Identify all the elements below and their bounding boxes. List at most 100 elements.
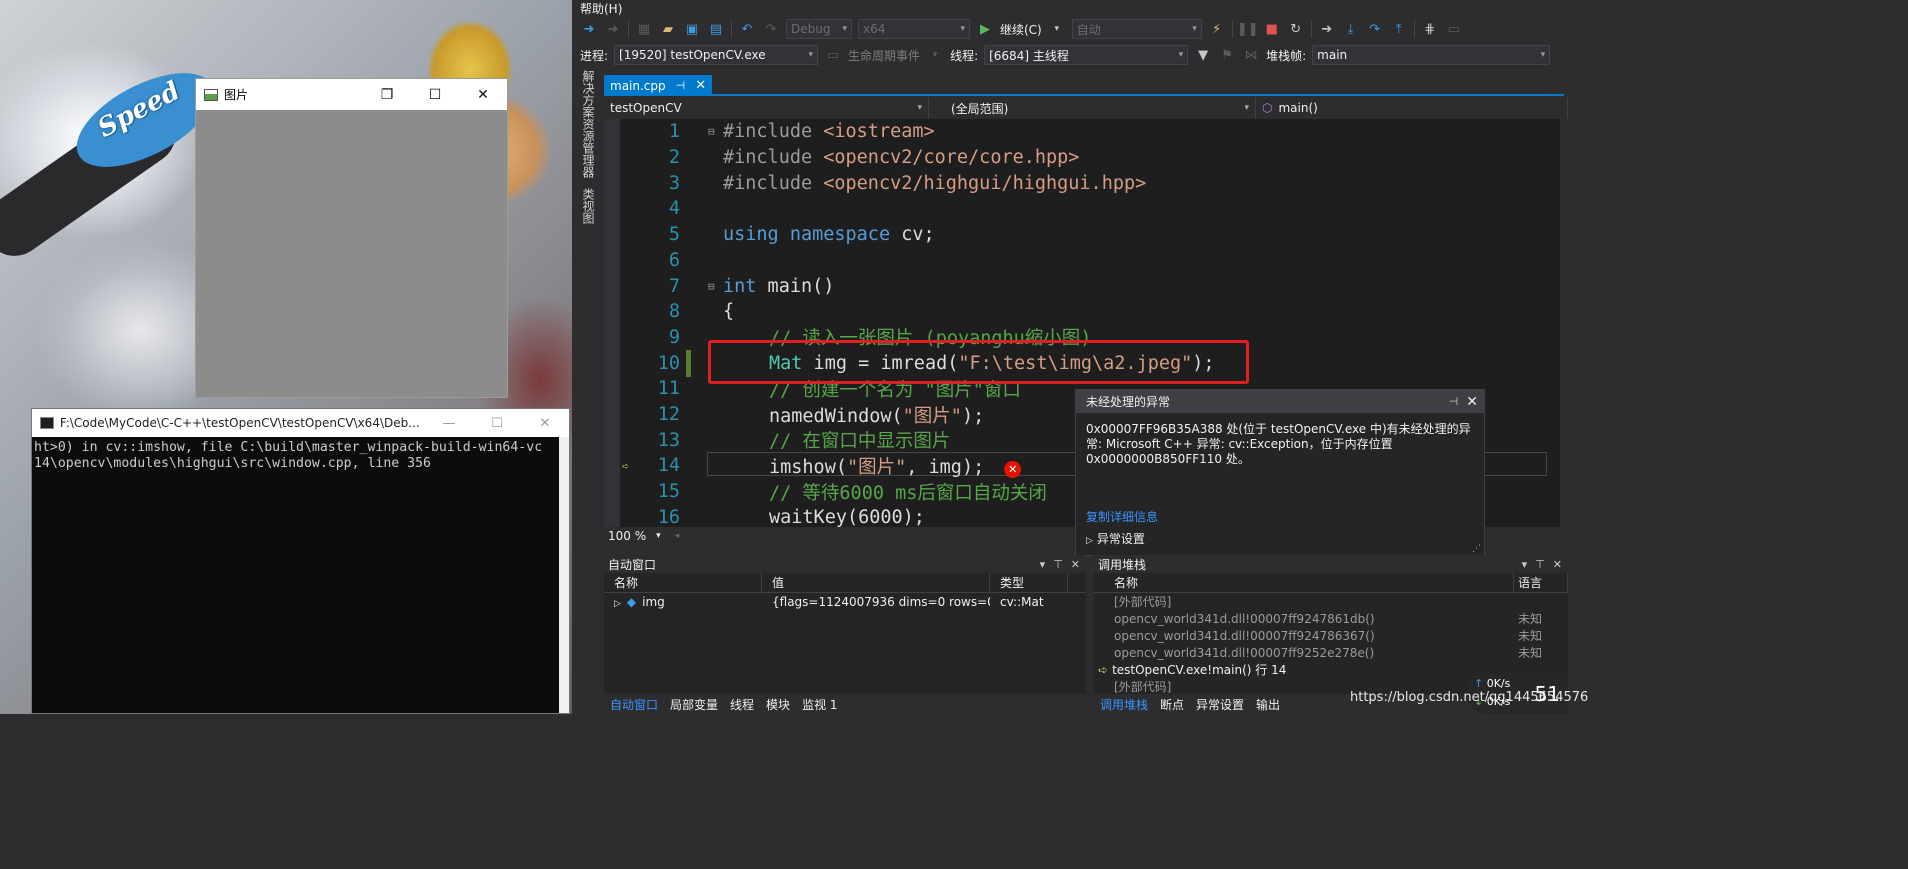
resize-grip-icon[interactable]: ⋰ [1472, 544, 1481, 554]
lifecycle-events[interactable]: 生命周期事件 [848, 47, 920, 64]
column-type[interactable]: 类型 [990, 572, 1068, 593]
list-item[interactable]: [外部代码] [1094, 593, 1568, 610]
table-row[interactable]: ▷ ◆ img {flags=1124007936 dims=0 rows=0 ..… [604, 593, 1086, 610]
undo-icon[interactable]: ↶ [738, 20, 756, 38]
editor-indicator-margin[interactable] [604, 119, 620, 527]
zoom-level[interactable]: 100 % [608, 529, 646, 543]
project-select[interactable]: testOpenCV ▾ [604, 98, 929, 118]
save-all-icon[interactable]: ▤ [707, 20, 725, 38]
image-window[interactable]: 图片 ❐ ☐ ✕ [195, 78, 508, 398]
minimize-icon[interactable]: — [425, 409, 473, 437]
chevron-down-icon[interactable]: ▾ [1522, 558, 1528, 571]
exception-popup[interactable]: 未经处理的异常 ⊣ ✕ 0x00007FF96B35A388 处(位于 test… [1075, 389, 1485, 556]
pin-icon[interactable]: ⊣ [1449, 395, 1459, 408]
restart-icon[interactable]: ↻ [1287, 20, 1305, 38]
pin-icon[interactable]: ⊤ [1053, 558, 1063, 571]
pin-icon[interactable]: ⊣ [676, 79, 686, 92]
continue-icon[interactable]: ▶ [976, 20, 994, 38]
step-over-icon[interactable]: ↷ [1366, 20, 1384, 38]
code-line: 3 #include <opencv2/highgui/highgui.hpp> [620, 170, 1560, 196]
close-icon[interactable]: ✕ [695, 78, 706, 93]
exception-settings-expander[interactable]: ▷ 异常设置 [1086, 530, 1145, 547]
step-out-icon[interactable]: ⤒ [1390, 20, 1408, 38]
step-into-icon[interactable]: ⤓ [1342, 20, 1360, 38]
list-item[interactable]: opencv_world341d.dll!00007ff924786367() 未… [1094, 627, 1568, 644]
list-item[interactable]: opencv_world341d.dll!00007ff9247861db() 未… [1094, 610, 1568, 627]
code-line: 8{ [620, 299, 1560, 325]
new-project-icon[interactable]: ▦ [635, 20, 653, 38]
process-select[interactable]: [19520] testOpenCV.exe ▾ [614, 45, 819, 65]
scope-select[interactable]: (全局范围) ▾ [929, 98, 1256, 118]
close-icon[interactable]: ✕ [1553, 558, 1562, 571]
redo-icon[interactable]: ↷ [762, 20, 780, 38]
tab-output[interactable]: 输出 [1256, 696, 1280, 713]
pin-icon[interactable]: ⊤ [1535, 558, 1545, 571]
restore-icon[interactable]: ❐ [363, 79, 411, 110]
tab-watch-1[interactable]: 监视 1 [802, 696, 837, 713]
show-next-statement-icon[interactable]: ➔ [1318, 20, 1336, 38]
console-titlebar[interactable]: F:\Code\MyCode\C-C++\testOpenCV\testOpen… [32, 409, 569, 437]
filter-icon[interactable]: ▼ [1194, 46, 1212, 64]
tab-threads[interactable]: 线程 [730, 696, 754, 713]
error-icon[interactable]: ✕ [1004, 460, 1022, 478]
chevron-down-icon[interactable]: ▾ [656, 531, 661, 541]
console-window[interactable]: F:\Code\MyCode\C-C++\testOpenCV\testOpen… [31, 408, 570, 714]
expand-icon[interactable]: ▷ [614, 599, 621, 609]
side-tab-solution-explorer[interactable]: 解决方案资源管理器 [580, 70, 597, 178]
tab-main-cpp[interactable]: main.cpp ⊣ ✕ [604, 75, 713, 96]
list-item[interactable]: opencv_world341d.dll!00007ff9252e278e() 未… [1094, 644, 1568, 661]
close-icon[interactable]: ✕ [1071, 558, 1080, 571]
column-value[interactable]: 值 [762, 572, 990, 593]
chevron-down-icon[interactable]: ▾ [926, 46, 944, 64]
tab-call-stack[interactable]: 调用堆栈 [1100, 696, 1148, 713]
member-select[interactable]: ⬡ main() [1256, 98, 1568, 118]
close-icon[interactable]: ✕ [1466, 394, 1478, 410]
config-select[interactable]: Debug ▾ [786, 19, 852, 39]
column-name[interactable]: 名称 [604, 572, 762, 593]
forward-icon[interactable]: ➜ [604, 20, 622, 38]
image-window-titlebar[interactable]: 图片 ❐ ☐ ✕ [196, 79, 507, 110]
column-name[interactable]: 名称 [1094, 572, 1514, 593]
chevron-down-icon[interactable]: ▾ [1040, 558, 1046, 571]
column-language[interactable]: 语言 [1514, 572, 1568, 593]
console-scrollbar[interactable] [559, 437, 569, 713]
comment-icon[interactable]: ▭ [1445, 20, 1463, 38]
close-icon[interactable]: ✕ [459, 79, 507, 110]
thread-switch-icon[interactable]: ⋈ [1242, 46, 1260, 64]
open-file-icon[interactable]: ▰ [659, 20, 677, 38]
menu-help[interactable]: 帮助(H) [580, 0, 622, 17]
tab-modules[interactable]: 模块 [766, 696, 790, 713]
tab-autos[interactable]: 自动窗口 [610, 696, 658, 713]
console-title: F:\Code\MyCode\C-C++\testOpenCV\testOpen… [59, 416, 420, 430]
lifecycle-icon[interactable]: ▭ [824, 46, 842, 64]
autos-header: 自动窗口 ▾ ⊤ ✕ [604, 555, 1086, 573]
tab-breakpoints[interactable]: 断点 [1160, 696, 1184, 713]
autos-tab-strip: 自动窗口 局部变量 线程 模块 监视 1 [604, 694, 1086, 714]
back-icon[interactable]: ➜ [580, 20, 598, 38]
continue-button[interactable]: 继续(C) [1000, 21, 1042, 38]
hex-display-icon[interactable]: ⋕ [1421, 20, 1439, 38]
maximize-icon[interactable]: ☐ [473, 409, 521, 437]
flag-icon[interactable]: ⚑ [1218, 46, 1236, 64]
auto-select[interactable]: 自动 ▾ [1071, 19, 1202, 39]
copy-details-link[interactable]: 复制详细信息 [1086, 508, 1158, 525]
tab-locals[interactable]: 局部变量 [670, 696, 718, 713]
highlight-annotation [708, 340, 1249, 384]
chevron-down-icon[interactable]: ▾ [1048, 20, 1066, 38]
pause-icon[interactable]: ❚❚ [1237, 20, 1259, 38]
collapse-icon[interactable]: ⊟ [708, 125, 715, 138]
scroll-left-icon[interactable]: ◂ [675, 531, 680, 541]
stackframe-select[interactable]: main ▾ [1312, 45, 1551, 65]
close-icon[interactable]: ✕ [521, 409, 569, 437]
editor-scrollbar[interactable] [1560, 119, 1568, 527]
maximize-icon[interactable]: ☐ [411, 79, 459, 110]
platform-select[interactable]: x64 ▾ [858, 19, 970, 39]
row-value[interactable]: {flags=1124007936 dims=0 rows=0 ...} [762, 595, 990, 609]
hot-reload-icon[interactable]: ⚡ [1208, 20, 1226, 38]
thread-select[interactable]: [6684] 主线程 ▾ [984, 45, 1189, 65]
side-tab-class-view[interactable]: 类视图 [580, 188, 597, 224]
save-icon[interactable]: ▣ [683, 20, 701, 38]
collapse-icon[interactable]: ⊟ [708, 280, 715, 293]
tab-exception-settings[interactable]: 异常设置 [1196, 696, 1244, 713]
stop-icon[interactable]: ■ [1263, 20, 1281, 38]
